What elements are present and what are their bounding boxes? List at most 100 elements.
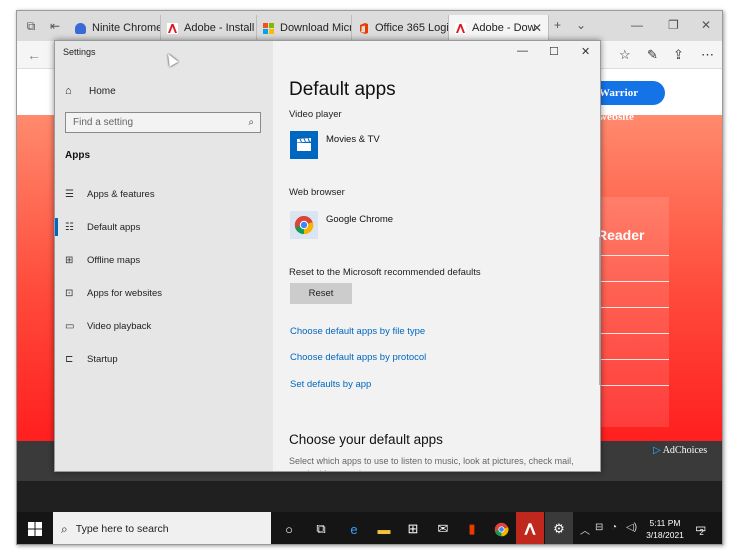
reader-heading: Reader — [597, 227, 645, 243]
settings-content: — ☐ ✕ Default apps Video player Movies &… — [273, 41, 600, 471]
divider — [599, 333, 669, 334]
sidebar-item-default-apps[interactable]: ☷ Default apps — [55, 214, 273, 240]
sidebar-item-label: Apps for websites — [87, 287, 162, 299]
set-aside-tabs-icon[interactable]: ⇤ — [47, 18, 63, 34]
sidebar-item-offline-maps[interactable]: ⊞ Offline maps — [55, 247, 273, 273]
tab-label: Adobe - Dow — [472, 22, 536, 34]
pen-icon[interactable]: ✎ — [647, 47, 658, 63]
desktop-frame: ⧉ ⇤ Ninite Chrome Fi Adobe - Install Ac … — [16, 10, 723, 545]
minimize-icon[interactable]: — — [517, 45, 528, 57]
sidebar-item-label: Default apps — [87, 221, 141, 233]
chrome-icon[interactable] — [487, 512, 515, 544]
video-player-app-button[interactable]: Movies & TV — [290, 131, 380, 159]
link-by-file-type[interactable]: Choose default apps by file type — [290, 326, 425, 337]
edge-icon[interactable]: e — [340, 512, 368, 544]
browser-tab-active[interactable]: Adobe - Dow ✕ — [449, 15, 549, 41]
reset-label: Reset to the Microsoft recommended defau… — [289, 267, 481, 278]
file-explorer-icon[interactable]: ▬ — [370, 512, 398, 544]
cortana-icon[interactable]: ○ — [275, 512, 303, 544]
sidebar-item-label: Startup — [87, 353, 118, 365]
office-icon[interactable]: ▮ — [458, 512, 486, 544]
chevron-up-icon[interactable]: ︿ — [580, 522, 590, 537]
browser-tab[interactable]: Office 365 Login — [352, 15, 449, 41]
office-icon — [358, 22, 369, 34]
adobe-icon — [167, 22, 178, 34]
tab-actions-icon[interactable]: ⧉ — [23, 18, 39, 34]
maximize-icon[interactable]: ☐ — [549, 45, 559, 58]
sidebar-item-apps-features[interactable]: ☰ Apps & features — [55, 181, 273, 207]
adchoices-label: AdChoices — [662, 445, 708, 456]
reset-button[interactable]: Reset — [290, 283, 352, 304]
search-icon: ⌕ — [61, 521, 68, 536]
store-icon[interactable]: ⊞ — [399, 512, 427, 544]
link-by-protocol[interactable]: Choose default apps by protocol — [290, 352, 426, 363]
default-apps-icon: ☷ — [65, 221, 74, 233]
window-title: Settings — [63, 47, 96, 57]
sidebar-item-label: Video playback — [87, 320, 152, 332]
new-tab-icon[interactable]: + — [554, 18, 561, 32]
mail-icon[interactable]: ✉ — [429, 512, 457, 544]
close-icon[interactable]: ✕ — [581, 45, 590, 58]
taskbar-clock[interactable]: 5:11 PM 3/18/2021 — [642, 517, 688, 541]
windows-icon — [28, 522, 42, 536]
web-icon: ⊡ — [65, 287, 74, 299]
list-icon: ☰ — [65, 188, 74, 200]
restore-icon[interactable]: ❐ — [668, 18, 679, 32]
sidebar-item-label: Apps & features — [87, 188, 155, 200]
section-title: Apps — [65, 150, 90, 161]
browser-tab-strip: ⧉ ⇤ Ninite Chrome Fi Adobe - Install Ac … — [17, 11, 722, 41]
tab-label: Ninite Chrome Fi — [92, 22, 161, 34]
video-player-label: Video player — [289, 109, 342, 120]
clock-date: 3/18/2021 — [646, 530, 684, 540]
tab-label: Adobe - Install Ac — [184, 22, 256, 34]
video-player-app-name: Movies & TV — [326, 134, 380, 145]
video-icon: ▭ — [65, 320, 75, 332]
divider — [599, 359, 669, 360]
home-nav-item[interactable]: ⌂ Home — [65, 85, 116, 97]
share-icon[interactable]: ⇪ — [673, 47, 684, 63]
divider — [599, 281, 669, 282]
divider — [599, 255, 669, 256]
tab-label: Office 365 Login — [375, 22, 449, 34]
taskbar-search-box[interactable]: ⌕ Type here to search — [53, 512, 271, 544]
more-icon[interactable]: ⋯ — [701, 47, 714, 63]
sidebar-item-apps-for-websites[interactable]: ⊡ Apps for websites — [55, 280, 273, 306]
taskbar-search-placeholder: Type here to search — [75, 523, 169, 535]
search-placeholder: Find a setting — [73, 117, 134, 128]
sidebar-item-startup[interactable]: ⊏ Startup — [55, 346, 273, 372]
browser-tab[interactable]: Ninite Chrome Fi — [69, 15, 161, 41]
adchoices-icon: ▷ — [653, 445, 661, 456]
link-set-defaults-by-app[interactable]: Set defaults by app — [290, 379, 371, 390]
home-icon: ⌂ — [65, 85, 72, 97]
microsoft-icon — [263, 22, 274, 34]
map-icon: ⊞ — [65, 254, 74, 266]
divider — [599, 385, 669, 386]
web-browser-app-button[interactable]: Google Chrome — [290, 211, 393, 239]
adchoices-link[interactable]: ▷ AdChoices — [653, 445, 707, 456]
close-tab-icon[interactable]: ✕ — [532, 21, 542, 35]
movies-tv-icon — [290, 131, 318, 159]
settings-gear-icon[interactable]: ⚙ — [545, 512, 573, 544]
tab-list-icon[interactable]: ⌄ — [576, 18, 586, 32]
wifi-icon[interactable]: ◔ — [611, 522, 617, 533]
choose-default-apps-heading: Choose your default apps — [289, 432, 443, 447]
find-setting-input[interactable]: Find a setting ⌕ — [65, 112, 261, 133]
back-icon[interactable]: ← — [27, 47, 41, 63]
notifications-icon[interactable]: ▭2 — [695, 521, 711, 537]
clock-time: 5:11 PM — [649, 518, 681, 528]
acrobat-icon[interactable] — [516, 512, 544, 544]
tab-label: Download Micros — [280, 22, 351, 34]
browser-tab[interactable]: Download Micros — [257, 15, 352, 41]
browser-tab[interactable]: Adobe - Install Ac — [161, 15, 257, 41]
minimize-icon[interactable]: — — [631, 18, 643, 32]
network-icon[interactable]: ⊟ — [595, 522, 603, 533]
close-window-icon[interactable]: ✕ — [701, 18, 711, 32]
sidebar-item-video-playback[interactable]: ▭ Video playback — [55, 313, 273, 339]
scrollbar[interactable] — [599, 237, 600, 385]
favorites-icon[interactable]: ☆ — [619, 47, 631, 63]
divider — [599, 307, 669, 308]
volume-icon[interactable]: ◁) — [626, 522, 637, 533]
start-button[interactable] — [17, 512, 53, 544]
web-browser-app-name: Google Chrome — [326, 214, 394, 225]
task-view-icon[interactable]: ⧉ — [307, 512, 335, 544]
